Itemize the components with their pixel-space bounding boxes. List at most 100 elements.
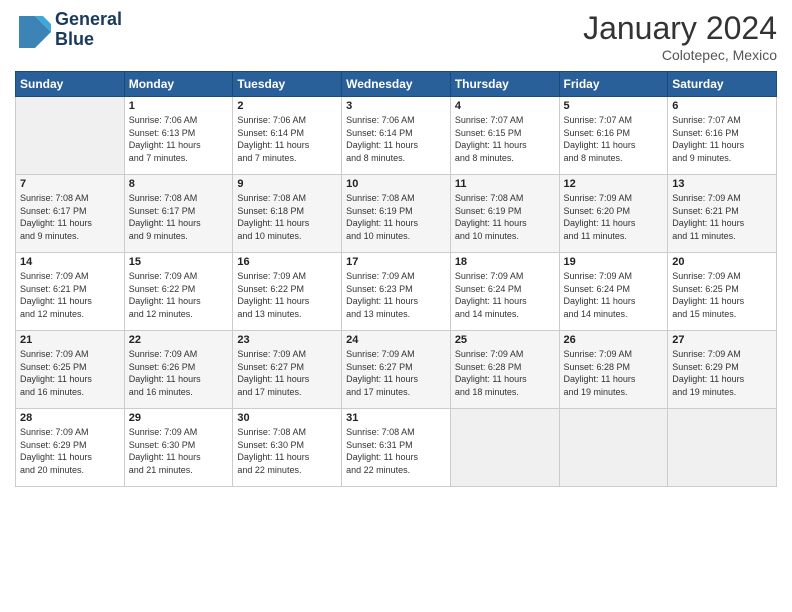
weekday-header: Sunday: [16, 72, 125, 97]
day-info: Sunrise: 7:09 AM Sunset: 6:24 PM Dayligh…: [455, 270, 555, 320]
day-number: 21: [20, 334, 120, 346]
day-info: Sunrise: 7:09 AM Sunset: 6:28 PM Dayligh…: [564, 348, 664, 398]
calendar-cell: 27 Sunrise: 7:09 AM Sunset: 6:29 PM Dayli…: [668, 331, 777, 409]
calendar-cell: 11Sunrise: 7:08 AM Sunset: 6:19 PM Dayli…: [450, 175, 559, 253]
day-number: 10: [346, 178, 446, 190]
day-number: 20: [672, 256, 772, 268]
day-number: 1: [129, 100, 229, 112]
calendar-cell: 2 Sunrise: 7:06 AM Sunset: 6:14 PM Daylig…: [233, 97, 342, 175]
day-number: 28: [20, 412, 120, 424]
day-info: Sunrise: 7:09 AM Sunset: 6:29 PM Dayligh…: [672, 348, 772, 398]
calendar-cell: 24 Sunrise: 7:09 AM Sunset: 6:27 PM Dayli…: [342, 331, 451, 409]
calendar-week-row: 28 Sunrise: 7:09 AM Sunset: 6:29 PM Dayli…: [16, 409, 777, 487]
day-info: Sunrise: 7:06 AM Sunset: 6:14 PM Dayligh…: [237, 114, 337, 164]
day-number: 27: [672, 334, 772, 346]
day-number: 3: [346, 100, 446, 112]
day-info: Sunrise: 7:06 AM Sunset: 6:13 PM Dayligh…: [129, 114, 229, 164]
calendar-cell: 26 Sunrise: 7:09 AM Sunset: 6:28 PM Dayli…: [559, 331, 668, 409]
calendar-cell: 17 Sunrise: 7:09 AM Sunset: 6:23 PM Dayli…: [342, 253, 451, 331]
day-info: Sunrise: 7:09 AM Sunset: 6:21 PM Dayligh…: [672, 192, 772, 242]
day-number: 12: [564, 178, 664, 190]
day-info: Sunrise: 7:09 AM Sunset: 6:27 PM Dayligh…: [346, 348, 446, 398]
day-number: 7: [20, 178, 120, 190]
calendar-cell: 16Sunrise: 7:09 AM Sunset: 6:22 PM Dayli…: [233, 253, 342, 331]
calendar-cell: 21 Sunrise: 7:09 AM Sunset: 6:25 PM Dayli…: [16, 331, 125, 409]
calendar-cell: 29 Sunrise: 7:09 AM Sunset: 6:30 PM Dayli…: [124, 409, 233, 487]
day-info: Sunrise: 7:08 AM Sunset: 6:17 PM Dayligh…: [20, 192, 120, 242]
page-container: General Blue January 2024 Colotepec, Mex…: [0, 0, 792, 497]
day-number: 19: [564, 256, 664, 268]
logo-line2: Blue: [55, 29, 94, 49]
day-number: 4: [455, 100, 555, 112]
calendar-cell: [450, 409, 559, 487]
day-info: Sunrise: 7:09 AM Sunset: 6:22 PM Dayligh…: [129, 270, 229, 320]
calendar-header-row: SundayMondayTuesdayWednesdayThursdayFrid…: [16, 72, 777, 97]
day-info: Sunrise: 7:07 AM Sunset: 6:16 PM Dayligh…: [564, 114, 664, 164]
day-info: Sunrise: 7:08 AM Sunset: 6:17 PM Dayligh…: [129, 192, 229, 242]
calendar-cell: 6 Sunrise: 7:07 AM Sunset: 6:16 PM Daylig…: [668, 97, 777, 175]
day-number: 17: [346, 256, 446, 268]
day-info: Sunrise: 7:09 AM Sunset: 6:26 PM Dayligh…: [129, 348, 229, 398]
day-info: Sunrise: 7:09 AM Sunset: 6:22 PM Dayligh…: [237, 270, 337, 320]
day-number: 18: [455, 256, 555, 268]
day-info: Sunrise: 7:08 AM Sunset: 6:19 PM Dayligh…: [346, 192, 446, 242]
day-number: 31: [346, 412, 446, 424]
calendar-week-row: 1 Sunrise: 7:06 AM Sunset: 6:13 PM Daylig…: [16, 97, 777, 175]
title-block: January 2024 Colotepec, Mexico: [583, 10, 777, 63]
calendar-cell: 8Sunrise: 7:08 AM Sunset: 6:17 PM Daylig…: [124, 175, 233, 253]
day-info: Sunrise: 7:09 AM Sunset: 6:23 PM Dayligh…: [346, 270, 446, 320]
day-info: Sunrise: 7:09 AM Sunset: 6:28 PM Dayligh…: [455, 348, 555, 398]
calendar-cell: 5 Sunrise: 7:07 AM Sunset: 6:16 PM Daylig…: [559, 97, 668, 175]
calendar-cell: 12Sunrise: 7:09 AM Sunset: 6:20 PM Dayli…: [559, 175, 668, 253]
calendar-cell: 18 Sunrise: 7:09 AM Sunset: 6:24 PM Dayli…: [450, 253, 559, 331]
day-number: 2: [237, 100, 337, 112]
calendar-cell: 7 Sunrise: 7:08 AM Sunset: 6:17 PM Daylig…: [16, 175, 125, 253]
day-info: Sunrise: 7:09 AM Sunset: 6:30 PM Dayligh…: [129, 426, 229, 476]
logo-icon: [15, 12, 51, 48]
day-number: 23: [237, 334, 337, 346]
day-info: Sunrise: 7:09 AM Sunset: 6:29 PM Dayligh…: [20, 426, 120, 476]
day-info: Sunrise: 7:09 AM Sunset: 6:27 PM Dayligh…: [237, 348, 337, 398]
day-number: 29: [129, 412, 229, 424]
calendar-cell: [16, 97, 125, 175]
day-number: 13: [672, 178, 772, 190]
calendar-cell: 10 Sunrise: 7:08 AM Sunset: 6:19 PM Dayli…: [342, 175, 451, 253]
day-info: Sunrise: 7:09 AM Sunset: 6:24 PM Dayligh…: [564, 270, 664, 320]
day-number: 30: [237, 412, 337, 424]
weekday-header: Friday: [559, 72, 668, 97]
day-number: 22: [129, 334, 229, 346]
day-info: Sunrise: 7:07 AM Sunset: 6:16 PM Dayligh…: [672, 114, 772, 164]
weekday-header: Wednesday: [342, 72, 451, 97]
logo: General Blue: [15, 10, 122, 50]
day-number: 6: [672, 100, 772, 112]
day-info: Sunrise: 7:08 AM Sunset: 6:31 PM Dayligh…: [346, 426, 446, 476]
calendar-cell: 4 Sunrise: 7:07 AM Sunset: 6:15 PM Daylig…: [450, 97, 559, 175]
day-number: 26: [564, 334, 664, 346]
calendar-cell: 1 Sunrise: 7:06 AM Sunset: 6:13 PM Daylig…: [124, 97, 233, 175]
logo-line1: General: [55, 9, 122, 29]
day-number: 9: [237, 178, 337, 190]
month-title: January 2024: [583, 10, 777, 47]
calendar-cell: 14Sunrise: 7:09 AM Sunset: 6:21 PM Dayli…: [16, 253, 125, 331]
day-number: 25: [455, 334, 555, 346]
day-info: Sunrise: 7:09 AM Sunset: 6:25 PM Dayligh…: [20, 348, 120, 398]
calendar-cell: 23 Sunrise: 7:09 AM Sunset: 6:27 PM Dayli…: [233, 331, 342, 409]
day-info: Sunrise: 7:07 AM Sunset: 6:15 PM Dayligh…: [455, 114, 555, 164]
calendar-cell: 9Sunrise: 7:08 AM Sunset: 6:18 PM Daylig…: [233, 175, 342, 253]
day-info: Sunrise: 7:08 AM Sunset: 6:30 PM Dayligh…: [237, 426, 337, 476]
day-number: 5: [564, 100, 664, 112]
weekday-header: Monday: [124, 72, 233, 97]
day-info: Sunrise: 7:09 AM Sunset: 6:21 PM Dayligh…: [20, 270, 120, 320]
calendar-cell: 30 Sunrise: 7:08 AM Sunset: 6:30 PM Dayli…: [233, 409, 342, 487]
calendar-cell: 15Sunrise: 7:09 AM Sunset: 6:22 PM Dayli…: [124, 253, 233, 331]
day-number: 24: [346, 334, 446, 346]
calendar-cell: 19 Sunrise: 7:09 AM Sunset: 6:24 PM Dayli…: [559, 253, 668, 331]
logo-text: General Blue: [55, 10, 122, 50]
calendar-week-row: 7 Sunrise: 7:08 AM Sunset: 6:17 PM Daylig…: [16, 175, 777, 253]
calendar-cell: [559, 409, 668, 487]
calendar-cell: 13 Sunrise: 7:09 AM Sunset: 6:21 PM Dayli…: [668, 175, 777, 253]
calendar-body: 1 Sunrise: 7:06 AM Sunset: 6:13 PM Daylig…: [16, 97, 777, 487]
calendar-cell: 20Sunrise: 7:09 AM Sunset: 6:25 PM Dayli…: [668, 253, 777, 331]
calendar-cell: 25 Sunrise: 7:09 AM Sunset: 6:28 PM Dayli…: [450, 331, 559, 409]
calendar-cell: [668, 409, 777, 487]
